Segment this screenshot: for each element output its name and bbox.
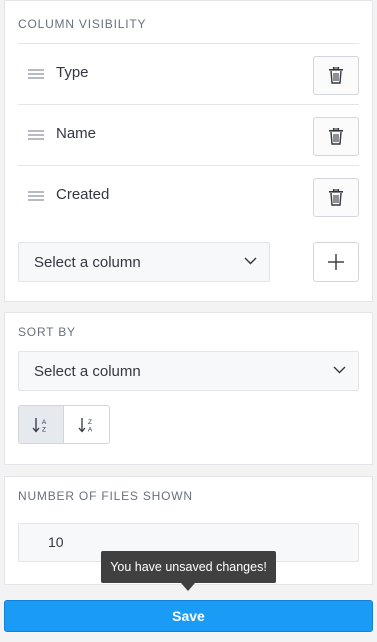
column-row-type: Type	[18, 43, 359, 104]
drag-handle-icon[interactable]	[28, 130, 44, 140]
column-label: Type	[56, 64, 89, 81]
sort-column-select-value: Select a column	[34, 363, 141, 380]
column-visibility-title: COLUMN VISIBILITY	[18, 17, 147, 31]
chevron-down-icon	[244, 257, 257, 265]
save-button[interactable]: Save	[4, 600, 373, 632]
sort-direction-group: A Z Z A	[18, 405, 110, 445]
svg-text:Z: Z	[42, 426, 46, 433]
plus-icon	[328, 254, 344, 270]
svg-text:A: A	[87, 426, 92, 433]
column-label: Name	[56, 125, 97, 142]
unsaved-changes-tooltip: You have unsaved changes!	[101, 551, 276, 583]
add-column-select-value: Select a column	[34, 254, 141, 271]
trash-icon	[329, 189, 343, 206]
sort-by-panel: SORT BY Select a column A Z Z A	[4, 312, 373, 465]
column-row-name: Name	[18, 104, 359, 165]
add-column-button[interactable]	[313, 242, 359, 282]
delete-column-button[interactable]	[313, 117, 359, 156]
svg-text:A: A	[42, 419, 47, 426]
tooltip-arrow	[181, 583, 195, 591]
column-visibility-panel: COLUMN VISIBILITY Type Name Created Sele…	[4, 0, 373, 302]
sort-ascending-icon: A Z	[32, 417, 47, 433]
drag-handle-icon[interactable]	[28, 69, 44, 79]
sort-ascending-button[interactable]: A Z	[18, 405, 64, 444]
svg-text:Z: Z	[88, 419, 92, 426]
column-label: Created	[56, 186, 110, 203]
add-column-select[interactable]: Select a column	[18, 242, 270, 282]
files-shown-title: NUMBER OF FILES SHOWN	[18, 489, 193, 503]
trash-icon	[329, 67, 343, 84]
sort-descending-icon: Z A	[78, 417, 92, 433]
column-row-created: Created	[18, 165, 359, 226]
sort-column-select[interactable]: Select a column	[18, 351, 359, 391]
drag-handle-icon[interactable]	[28, 191, 44, 201]
trash-icon	[329, 128, 343, 145]
sort-by-title: SORT BY	[18, 325, 76, 339]
sort-descending-button[interactable]: Z A	[64, 405, 110, 444]
delete-column-button[interactable]	[313, 178, 359, 217]
chevron-down-icon	[333, 366, 346, 374]
delete-column-button[interactable]	[313, 56, 359, 95]
